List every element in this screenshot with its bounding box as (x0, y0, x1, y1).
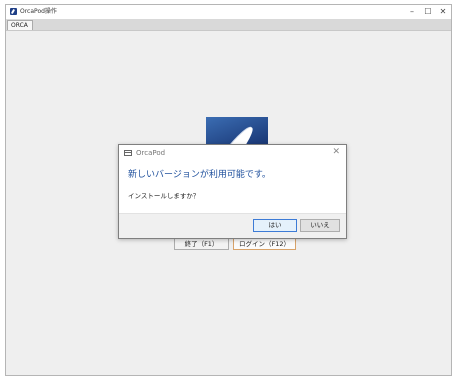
install-question: インストールしますか？ (128, 192, 200, 200)
no-button[interactable]: いいえ (300, 219, 340, 232)
tab-bar: ORCA (6, 19, 451, 31)
window-close-button[interactable]: ✕ (437, 6, 449, 17)
minimize-button[interactable]: – (406, 6, 418, 17)
tab-orca[interactable]: ORCA (7, 20, 33, 30)
yes-button[interactable]: はい (253, 219, 297, 232)
window-titlebar: OrcaPod操作 – ☐ ✕ (6, 5, 451, 19)
dialog-title: OrcaPod (136, 149, 166, 157)
update-message: 新しいバージョンが利用可能です。 (128, 170, 271, 180)
app-logo-icon (10, 8, 17, 15)
update-dialog: OrcaPod ✕ 新しいバージョンが利用可能です。 インストールしますか？ は… (118, 144, 347, 239)
dialog-titlebar: OrcaPod ✕ (119, 145, 346, 162)
window-title: OrcaPod操作 (20, 8, 57, 15)
window-icon (124, 150, 132, 156)
dialog-close-button[interactable]: ✕ (332, 147, 340, 158)
login-button[interactable]: ログイン（F12） (233, 238, 296, 250)
exit-button[interactable]: 終了（F1） (174, 238, 229, 250)
maximize-button[interactable]: ☐ (422, 6, 434, 17)
dialog-button-bar: はい いいえ (119, 213, 346, 238)
